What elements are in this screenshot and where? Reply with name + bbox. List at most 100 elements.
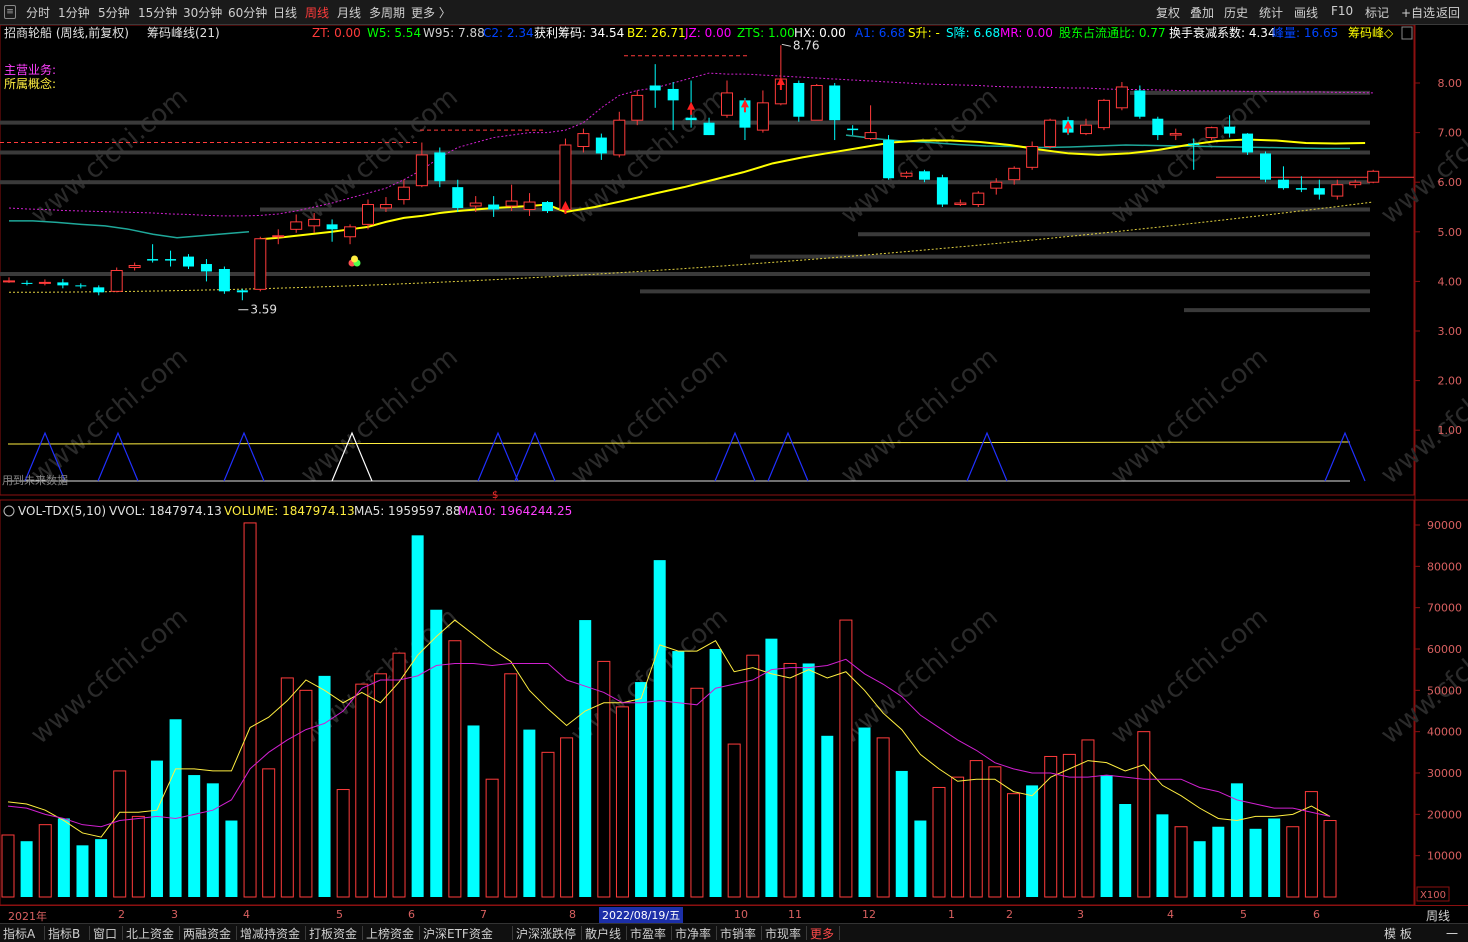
chart-area[interactable]: www.cfchi.com www.cfchi.com www.cfchi.com w… [0,24,1468,906]
volume-bar-down [1119,804,1132,897]
volume-bar-down [1156,814,1169,897]
volume-bar-down [57,818,70,897]
indicator-tab-12[interactable]: 市净率 [675,925,711,942]
panel-menu-icon[interactable] [1401,26,1413,40]
period-tab-1[interactable]: 1分钟 [58,4,90,21]
price-tick-label: 7.00 [1438,127,1463,140]
tab-separator [305,926,306,940]
indicator-tab-15[interactable]: 更多 [810,925,834,942]
volume-bar-up [839,619,853,898]
volume-bar-up [280,677,294,898]
candle-body-up [1008,167,1021,181]
indicator-tab-11[interactable]: 市盈率 [630,925,666,942]
volume-bar-down [653,560,666,897]
indicator-tab-9[interactable]: 沪深涨跌停 [516,925,576,942]
menu-icon[interactable]: ≡ [4,5,16,19]
time-axis-label: 4 [1167,908,1174,921]
toolbar-button-1[interactable]: 叠加 [1190,4,1214,21]
volume-bar-down [1249,828,1262,897]
period-tab-0[interactable]: 分时 [26,4,50,21]
signal-dot-icon [351,255,358,263]
period-tab-3[interactable]: 15分钟 [138,4,177,21]
template-button[interactable]: 模 板 [1384,925,1412,942]
volume-bar-down [169,719,182,897]
indicator-tab-1[interactable]: 指标B [48,925,80,942]
indicator-tab-2[interactable]: 窗口 [93,925,117,942]
indicator-tab-8[interactable]: 沪深ETF资金 [423,925,493,942]
period-tab-7[interactable]: 周线 [305,4,329,21]
indicator-stat-12: MR: 0.00 [1000,26,1053,40]
period-tab-4[interactable]: 30分钟 [183,4,222,21]
indicator-tab-bar: 模 板 一 指标A 指标B 窗口 北上资金 两融资金 增减持资金 打板资金 上榜资金 沪深ETF… [0,923,1468,942]
sub-peak-triangle [223,431,265,482]
period-tab-6[interactable]: 日线 [273,4,297,21]
candle-body-down [793,83,805,117]
period-tab-2[interactable]: 5分钟 [98,4,130,21]
indicator-tab-7[interactable]: 上榜资金 [366,925,414,942]
volume-tick-label: 60000 [1427,643,1462,656]
toolbar-button-2[interactable]: 历史 [1224,4,1248,21]
volume-bar-down [467,725,480,897]
indicator-tab-14[interactable]: 市现率 [765,925,801,942]
volume-menu-icon[interactable] [3,505,15,517]
indicator-tab-10[interactable]: 散户线 [585,925,621,942]
indicator-tab-0[interactable]: 指标A [3,925,35,942]
toolbar-button-0[interactable]: 复权 [1156,4,1180,21]
toolbar-button-8[interactable]: 返回 [1436,4,1460,21]
candle-body-up [613,119,626,156]
candle-body-down [918,171,930,180]
time-axis-label: 7 [480,908,487,921]
sub-peak-triangle [714,431,756,482]
volume-bar-up [1006,793,1020,898]
volume-bar-up [690,687,704,898]
indicator-tab-4[interactable]: 两融资金 [183,925,231,942]
volume-bar-down [895,770,908,897]
indicator-tab-3[interactable]: 北上资金 [126,925,174,942]
volume-bar-down [765,638,778,897]
indicator-tab-13[interactable]: 市销率 [720,925,756,942]
toolbar-button-7[interactable]: +自选 [1401,4,1435,21]
volume-bar-down [821,735,834,897]
period-tab-9[interactable]: 多周期 [369,4,405,21]
toolbar-button-4[interactable]: 画线 [1294,4,1318,21]
volume-bar-up [560,737,574,898]
candle-body-up [1080,124,1092,135]
candle-body-down [236,290,248,293]
period-tab-5[interactable]: 60分钟 [228,4,267,21]
candle-body-up [415,154,428,187]
indicator-tab-6[interactable]: 打板资金 [309,925,357,942]
high-pointer [781,43,791,47]
watermark-text: www.cfchi.com [25,602,194,750]
toolbar-button-6[interactable]: 标记 [1365,4,1389,21]
indicator-tab-5[interactable]: 增减持资金 [240,925,300,942]
indicator-stat-5: BZ: 26.71 [627,26,686,40]
candle-body-up [954,202,967,206]
candle-body-up [1115,86,1128,109]
candle-body-down [93,287,105,293]
volume-tick-label: 90000 [1427,519,1462,532]
volume-bar-up [448,640,462,898]
candle-body-down [703,122,715,136]
toolbar-button-3[interactable]: 统计 [1259,4,1283,21]
time-axis-label: 6 [408,908,415,921]
candle-body-down [649,85,661,91]
watermark-text: www.cfchi.com [835,342,1004,490]
period-tab-8[interactable]: 月线 [337,4,361,21]
candle-body-down [1242,133,1254,153]
volume-bar-up [262,768,276,898]
candle-body-down [1313,188,1325,195]
collapse-button[interactable]: 一 [1446,925,1458,942]
tab-separator [44,926,45,940]
candle-body-down [1224,126,1236,134]
price-tick-label: 8.00 [1438,77,1463,90]
period-label[interactable]: 周线 [1426,907,1450,924]
candle-body-up [272,235,285,238]
volume-tick-label: 80000 [1427,560,1462,573]
volume-bar-down [802,663,815,897]
price-tick-label: 4.00 [1438,275,1463,288]
tab-separator [839,926,840,940]
period-tab-10[interactable]: 更多 〉 [411,4,451,21]
toolbar-button-5[interactable]: F10 [1331,4,1353,18]
chart-canvas[interactable]: www.cfchi.com www.cfchi.com www.cfchi.com w… [0,24,1468,906]
candle-body-up [128,265,141,269]
